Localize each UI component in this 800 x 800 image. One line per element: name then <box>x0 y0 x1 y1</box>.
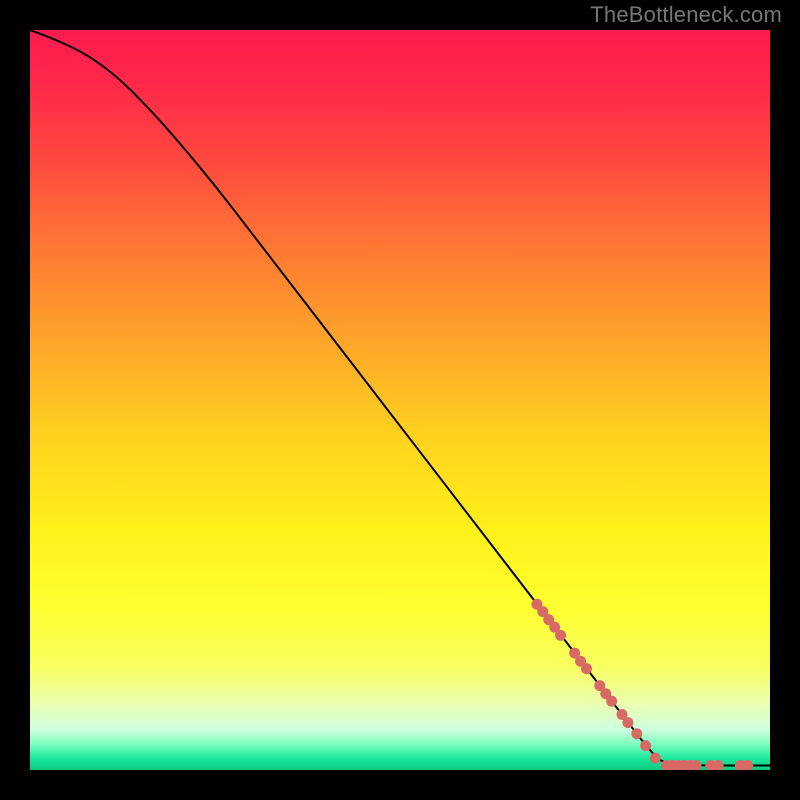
data-marker <box>640 740 651 751</box>
data-marker <box>622 717 633 728</box>
chart-stage: TheBottleneck.com <box>0 0 800 800</box>
chart-plot <box>30 30 770 770</box>
data-marker <box>555 630 566 641</box>
attribution-label: TheBottleneck.com <box>590 2 782 28</box>
data-marker <box>581 663 592 674</box>
chart-svg <box>30 30 770 770</box>
gradient-background <box>30 30 770 770</box>
data-marker <box>650 753 661 764</box>
data-marker <box>631 728 642 739</box>
data-marker <box>606 696 617 707</box>
